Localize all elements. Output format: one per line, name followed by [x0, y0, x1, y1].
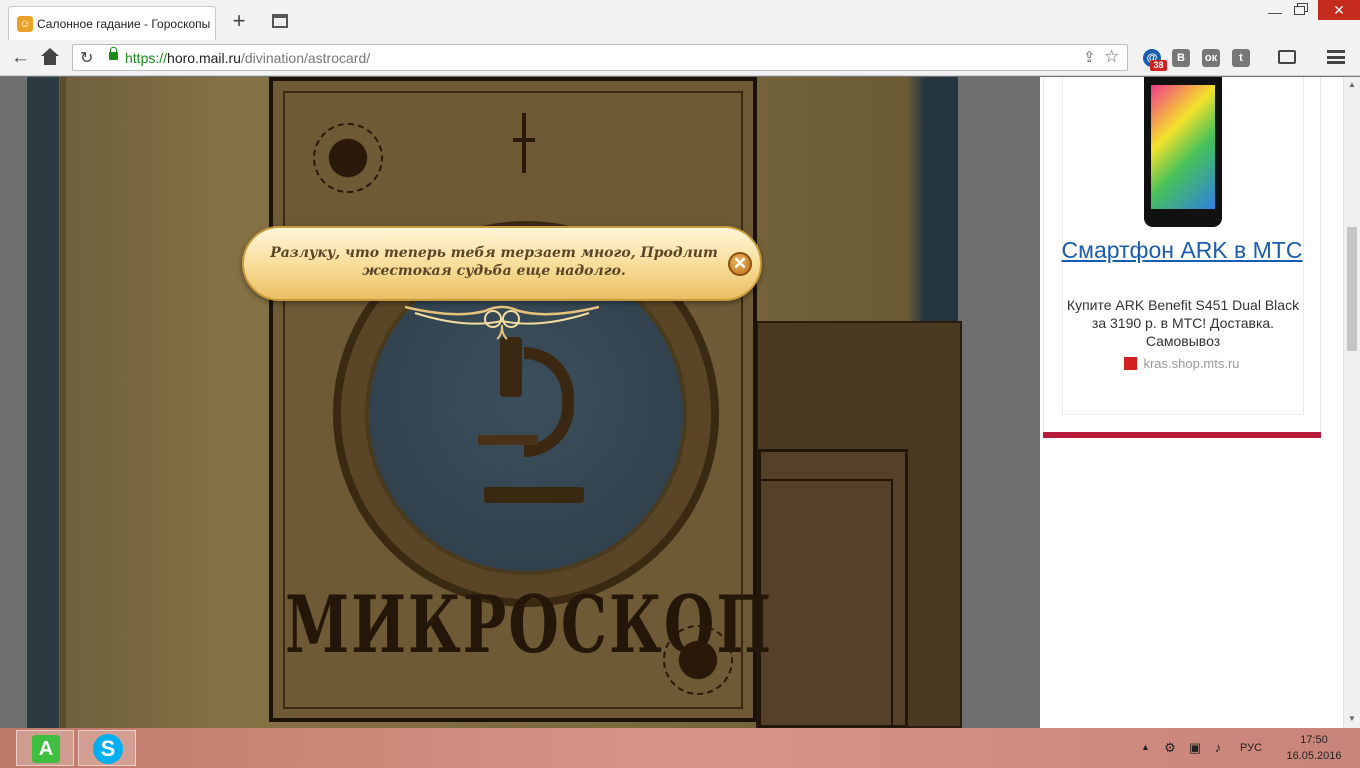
monitor-icon[interactable]: ▣ — [1187, 741, 1203, 755]
address-bar[interactable]: ↻ https://horo.mail.ru/divination/astroc… — [72, 44, 1128, 71]
chat-icon[interactable] — [1278, 50, 1296, 64]
tab-active[interactable]: ☺ Салонное гадание - Гороскопы — [8, 6, 216, 40]
card-frame: МИКРОСКОП — [283, 91, 771, 709]
reload-button[interactable]: ↻ — [80, 48, 93, 68]
scroll-thumb[interactable] — [1347, 227, 1357, 351]
person-icon: ☺ — [17, 16, 33, 32]
volume-icon[interactable]: ♪ — [1210, 741, 1226, 755]
smartphone-image[interactable] — [1144, 77, 1222, 227]
sun-icon — [663, 625, 733, 695]
vk-extension-icon[interactable]: В — [1172, 49, 1190, 67]
share-icon[interactable]: ⇪ — [1083, 48, 1096, 66]
mail-count-badge: 38 — [1150, 60, 1167, 71]
url-path: /divination/astrocard/ — [240, 50, 371, 66]
windows-taskbar: A S ▲ ⚙ ▣ ♪ РУС 17:50 16.05.2016 — [0, 728, 1360, 768]
taskbar-app-aseko[interactable]: A — [16, 730, 74, 766]
ad-title-link[interactable]: Смартфон ARK в МТС — [1044, 237, 1320, 264]
card-deck-frame — [758, 479, 893, 728]
network-icon[interactable]: ⚙ — [1162, 741, 1178, 755]
panel-border — [60, 77, 66, 728]
popup-ornament-icon — [405, 305, 599, 340]
lock-icon — [109, 47, 118, 60]
browser-titlebar: ☺ Салонное гадание - Гороскопы + — ✕ — [0, 0, 1360, 40]
new-tab-button[interactable]: + — [229, 10, 249, 32]
menu-icon[interactable] — [1327, 50, 1345, 64]
sun-icon — [313, 123, 383, 193]
ad-source[interactable]: kras.shop.mts.ru — [1044, 356, 1320, 371]
prediction-text: Разлуку, что теперь тебя терзает много, … — [270, 245, 718, 279]
twitter-extension-icon[interactable]: t — [1232, 49, 1250, 67]
skype-app-icon: S — [93, 734, 123, 764]
ad-block[interactable]: Смартфон ARK в МТС Купите ARK Benefit S4… — [1043, 77, 1321, 432]
popup-close-button[interactable]: ✕ — [728, 252, 752, 276]
scroll-up-arrow-icon[interactable]: ▲ — [1348, 80, 1356, 89]
tray-expand-icon[interactable]: ▲ — [1141, 742, 1150, 752]
url-host: horo.mail.ru — [167, 50, 241, 66]
back-button[interactable]: ← — [11, 47, 31, 69]
home-icon[interactable] — [40, 48, 60, 66]
ad-description: Купите ARK Benefit S451 Dual Black за 31… — [1066, 297, 1300, 349]
bookmark-star-icon[interactable]: ☆ — [1104, 47, 1119, 67]
restore-button[interactable] — [1294, 3, 1308, 15]
ad-source-text: kras.shop.mts.ru — [1143, 356, 1240, 371]
scroll-down-arrow-icon[interactable]: ▼ — [1348, 714, 1356, 723]
cross-ornament-icon — [513, 113, 535, 173]
clock-date[interactable]: 16.05.2016 — [1284, 750, 1344, 762]
ad-divider — [1043, 432, 1321, 438]
url-text[interactable]: https://horo.mail.ru/divination/astrocar… — [125, 50, 370, 66]
page-viewport: МИКРОСКОП Разлуку, что теперь тебя терза… — [0, 77, 1360, 728]
clock-time[interactable]: 17:50 — [1292, 734, 1336, 746]
ok-extension-icon[interactable]: ок — [1202, 49, 1220, 67]
tab-overview-icon[interactable] — [272, 14, 288, 28]
taskbar-app-skype[interactable]: S — [78, 730, 136, 766]
minimize-button[interactable]: — — [1268, 4, 1282, 20]
aseko-app-icon: A — [32, 735, 60, 763]
close-window-button[interactable]: ✕ — [1318, 0, 1360, 20]
prediction-popup: Разлуку, что теперь тебя терзает много, … — [242, 226, 762, 301]
mts-logo-icon — [1124, 357, 1138, 370]
tab-title: Салонное гадание - Гороскопы — [37, 17, 211, 31]
page-scrollbar[interactable]: ▲ ▼ — [1343, 77, 1360, 728]
astro-card[interactable]: МИКРОСКОП — [269, 77, 771, 722]
language-indicator[interactable]: РУС — [1240, 742, 1262, 754]
smartphone-screen — [1151, 85, 1215, 209]
url-scheme: https:// — [125, 50, 168, 66]
microscope-icon — [474, 337, 584, 517]
